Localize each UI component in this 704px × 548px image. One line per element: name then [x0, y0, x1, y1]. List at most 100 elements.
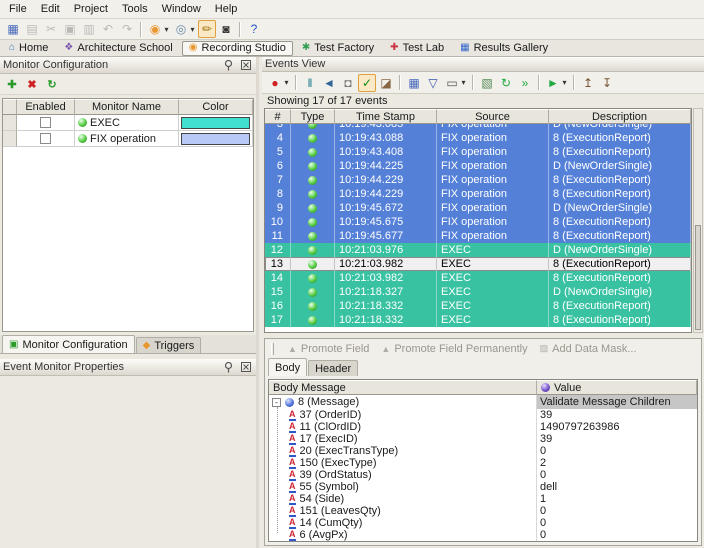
- menu-item[interactable]: Help: [208, 1, 245, 17]
- perspective-tab[interactable]: ▦ Results Gallery: [453, 41, 555, 56]
- help-icon[interactable]: ?: [245, 20, 263, 38]
- left-bottom-tab[interactable]: ▣ Monitor Configuration: [2, 335, 135, 353]
- menu-item[interactable]: Project: [67, 1, 115, 17]
- pin-icon[interactable]: [221, 361, 236, 374]
- event-row[interactable]: 9 10:19:45.672 FIX operation D (NewOrder…: [265, 201, 691, 215]
- event-row[interactable]: 7 10:19:44.229 FIX operation 8 (Executio…: [265, 173, 691, 187]
- monitor-row[interactable]: EXEC: [3, 115, 253, 131]
- refresh-icon[interactable]: ↻: [497, 74, 515, 92]
- field-value[interactable]: 0: [537, 469, 697, 481]
- cut-icon[interactable]: ✂: [42, 20, 60, 38]
- menu-item[interactable]: Edit: [34, 1, 67, 17]
- enabled-column-header[interactable]: Enabled: [17, 99, 75, 115]
- field-row[interactable]: A 37 (OrderID) 39: [269, 409, 697, 421]
- color-swatch[interactable]: [181, 117, 250, 129]
- number-column-header[interactable]: #: [265, 109, 291, 124]
- event-row[interactable]: 10 10:19:45.675 FIX operation 8 (Executi…: [265, 215, 691, 229]
- perspective-tab[interactable]: ❖ Architecture School: [57, 41, 179, 56]
- perspective-tab[interactable]: ⌂ Home: [2, 41, 55, 56]
- copy-icon[interactable]: ▣: [61, 20, 79, 38]
- event-row[interactable]: 8 10:19:44.229 FIX operation 8 (Executio…: [265, 187, 691, 201]
- toolbar-grip[interactable]: [271, 343, 274, 355]
- redo-icon[interactable]: ↷: [118, 20, 136, 38]
- color-column-header[interactable]: Color: [179, 99, 253, 115]
- monitor-row[interactable]: FIX operation: [3, 131, 253, 147]
- event-row[interactable]: 11 10:19:45.677 FIX operation 8 (Executi…: [265, 229, 691, 243]
- field-value[interactable]: 1: [537, 493, 697, 505]
- event-row[interactable]: 15 10:21:18.327 EXEC D (NewOrderSingle): [265, 285, 691, 299]
- filter-icon[interactable]: ▽: [424, 74, 442, 92]
- refresh-monitors-icon[interactable]: ↻: [43, 75, 61, 93]
- print-icon[interactable]: ▤: [23, 20, 41, 38]
- validate-check-icon[interactable]: ✓: [358, 74, 376, 92]
- message-root-value[interactable]: Validate Message Children: [537, 395, 697, 409]
- snapshot-icon[interactable]: ▧: [478, 74, 496, 92]
- save-icon[interactable]: ▦: [4, 20, 22, 38]
- message-root-row[interactable]: - 8 (Message) Validate Message Children: [269, 395, 697, 409]
- restore-window-icon[interactable]: [238, 59, 253, 72]
- field-value[interactable]: 0: [537, 505, 697, 517]
- promote-field-permanently-button[interactable]: ▲ Promote Field Permanently: [381, 343, 527, 355]
- field-row[interactable]: A 20 (ExecTransType) 0: [269, 445, 697, 457]
- field-row[interactable]: A 17 (ExecID) 39: [269, 433, 697, 445]
- event-row[interactable]: 6 10:19:44.225 FIX operation D (NewOrder…: [265, 159, 691, 173]
- enabled-checkbox[interactable]: [40, 117, 51, 128]
- field-value[interactable]: 0: [537, 529, 697, 541]
- import-icon[interactable]: ↥: [579, 74, 597, 92]
- field-row[interactable]: A 150 (ExecType) 2: [269, 457, 697, 469]
- event-row[interactable]: 5 10:19:43.408 FIX operation 8 (Executio…: [265, 145, 691, 159]
- dropdown-caret-icon[interactable]: ▾: [459, 74, 468, 92]
- event-row[interactable]: 12 10:21:03.976 EXEC D (NewOrderSingle): [265, 243, 691, 257]
- field-row[interactable]: A 14 (CumQty) 0: [269, 517, 697, 529]
- field-row[interactable]: A 55 (Symbol) dell: [269, 481, 697, 493]
- record-pen-icon[interactable]: ✏: [198, 20, 216, 38]
- paste-icon[interactable]: ▥: [80, 20, 98, 38]
- field-row[interactable]: A 6 (AvgPx) 0: [269, 529, 697, 541]
- body-message-column-header[interactable]: Body Message: [269, 380, 537, 395]
- pin-icon[interactable]: [221, 59, 236, 72]
- menu-item[interactable]: Tools: [115, 1, 155, 17]
- field-row[interactable]: A 151 (LeavesQty) 0: [269, 505, 697, 517]
- dropdown-caret-icon[interactable]: ▾: [162, 20, 171, 38]
- perspective-tab[interactable]: ◉ Recording Studio: [182, 41, 293, 56]
- collapse-toggle-icon[interactable]: -: [272, 398, 281, 407]
- timestamp-column-header[interactable]: Time Stamp: [335, 109, 437, 124]
- lock-icon[interactable]: ◘: [339, 74, 357, 92]
- perspective-tab[interactable]: ✚ Test Lab: [383, 41, 451, 56]
- event-row[interactable]: 3 10:19:43.085 FIX operation D (NewOrder…: [265, 124, 691, 131]
- monitor-name-column-header[interactable]: Monitor Name: [75, 99, 179, 115]
- add-monitor-icon[interactable]: ✚: [3, 75, 21, 93]
- left-bottom-tab[interactable]: ◆ Triggers: [136, 337, 202, 353]
- type-column-header[interactable]: Type: [291, 109, 335, 124]
- dropdown-caret-icon[interactable]: ▾: [188, 20, 197, 38]
- value-column-header[interactable]: Value: [537, 380, 697, 395]
- color-swatch[interactable]: [181, 133, 250, 145]
- undo-icon[interactable]: ↶: [99, 20, 117, 38]
- restore-window-icon[interactable]: [238, 361, 253, 374]
- dropdown-caret-icon[interactable]: ▾: [282, 74, 291, 92]
- event-row[interactable]: 4 10:19:43.088 FIX operation 8 (Executio…: [265, 131, 691, 145]
- clear-events-icon[interactable]: ◪: [377, 74, 395, 92]
- delete-monitor-icon[interactable]: ✖: [23, 75, 41, 93]
- dropdown-caret-icon[interactable]: ▾: [560, 74, 569, 92]
- events-scrollbar-thumb[interactable]: [695, 225, 701, 330]
- pause-icon[interactable]: ‖: [301, 74, 319, 92]
- event-row[interactable]: 16 10:21:18.332 EXEC 8 (ExecutionReport): [265, 299, 691, 313]
- field-value[interactable]: 39: [537, 433, 697, 445]
- perspective-tab[interactable]: ✱ Test Factory: [295, 41, 381, 56]
- description-column-header[interactable]: Description: [549, 109, 691, 124]
- source-column-header[interactable]: Source: [437, 109, 549, 124]
- camera-icon[interactable]: ◙: [217, 20, 235, 38]
- event-row[interactable]: 13 10:21:03.982 EXEC 8 (ExecutionReport): [265, 257, 691, 271]
- field-row[interactable]: A 54 (Side) 1: [269, 493, 697, 505]
- enabled-checkbox[interactable]: [40, 133, 51, 144]
- field-value[interactable]: 0: [537, 445, 697, 457]
- details-tab[interactable]: Header: [308, 360, 358, 376]
- menu-item[interactable]: Window: [155, 1, 208, 17]
- field-value[interactable]: 0: [537, 517, 697, 529]
- field-row[interactable]: A 39 (OrdStatus) 0: [269, 469, 697, 481]
- menu-item[interactable]: File: [2, 1, 34, 17]
- forward-icon[interactable]: »: [516, 74, 534, 92]
- rewind-icon[interactable]: ◄: [320, 74, 338, 92]
- events-scrollbar[interactable]: [693, 108, 703, 333]
